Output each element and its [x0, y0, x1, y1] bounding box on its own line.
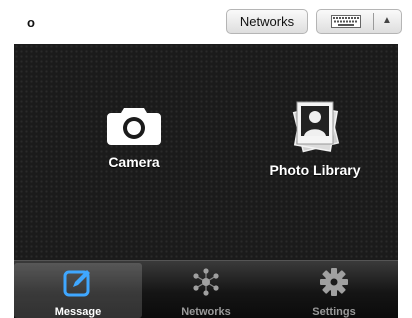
tab-settings[interactable]: Settings: [270, 263, 398, 318]
photo-library-icon: [292, 101, 340, 153]
compose-bar: o Networks ▲: [0, 0, 412, 44]
camera-label: Camera: [108, 154, 160, 170]
photo-library-option[interactable]: Photo Library: [260, 98, 370, 178]
photo-library-label: Photo Library: [269, 162, 361, 178]
gear-icon: [320, 268, 348, 296]
networks-button[interactable]: Networks: [226, 9, 308, 34]
tab-label: Settings: [312, 306, 356, 318]
attachment-picker: Camera Photo Library: [14, 44, 398, 260]
button-divider: [373, 13, 374, 30]
camera-icon: [107, 108, 161, 145]
message-text[interactable]: o: [27, 15, 35, 30]
network-icon: [193, 268, 219, 296]
keyboard-toggle-button[interactable]: ▲: [316, 9, 402, 34]
tab-bar: Message Networks Settings: [14, 260, 398, 318]
up-arrow-icon: ▲: [382, 15, 392, 26]
tab-label: Networks: [181, 306, 231, 318]
camera-option[interactable]: Camera: [84, 104, 184, 170]
tab-networks[interactable]: Networks: [142, 263, 270, 318]
tab-message[interactable]: Message: [14, 263, 142, 318]
tab-label: Message: [54, 306, 102, 318]
keyboard-icon: [331, 15, 361, 28]
compose-icon: [63, 270, 90, 297]
